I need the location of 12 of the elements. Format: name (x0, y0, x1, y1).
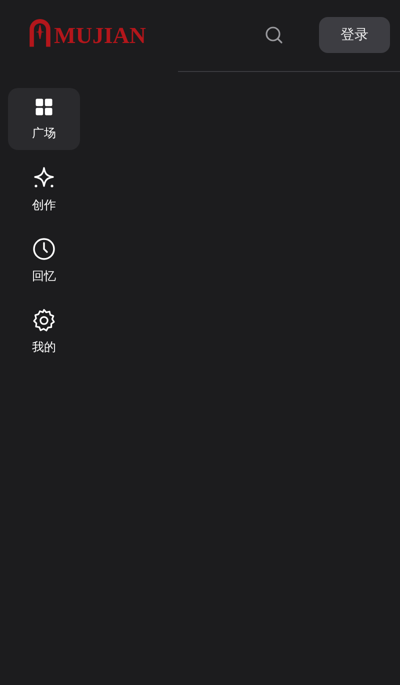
logo-arch-icon (27, 16, 53, 48)
sidebar-item[interactable]: 广场 (8, 88, 80, 150)
sidebar-item[interactable]: 回忆 (8, 230, 80, 292)
sparkle-icon (32, 166, 56, 190)
grid-icon (33, 96, 55, 118)
sidebar-item[interactable]: 创作 (8, 159, 80, 221)
search-icon[interactable] (264, 25, 284, 45)
login-button[interactable]: 登录 (319, 17, 390, 53)
settings-icon (32, 308, 56, 332)
sidebar-item[interactable]: 我的 (8, 301, 80, 363)
logo-text: MUJIAN (54, 24, 146, 48)
clock-icon (32, 237, 56, 261)
